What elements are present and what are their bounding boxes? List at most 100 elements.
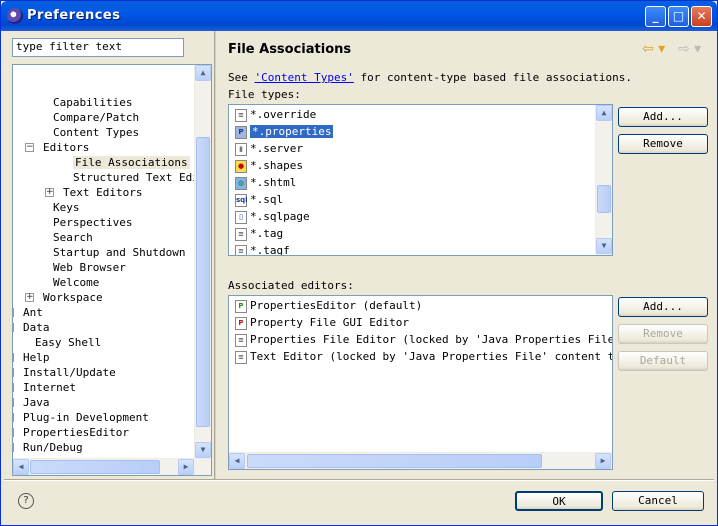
back-arrow-icon[interactable]: ⇦ ▾ bbox=[642, 41, 665, 57]
preferences-tree: Capabilities Compare/Patch Content Types − E… bbox=[12, 64, 212, 476]
tree-item[interactable]: Content Types bbox=[53, 125, 139, 140]
forward-arrow-icon[interactable]: ⇨ ▾ bbox=[678, 41, 701, 57]
expand-icon[interactable]: + bbox=[25, 293, 34, 302]
ok-button[interactable]: OK bbox=[515, 491, 603, 511]
maximize-button[interactable]: □ bbox=[668, 6, 689, 27]
shapes-icon: ● bbox=[235, 159, 247, 173]
scroll-left-icon[interactable]: ◀ bbox=[13, 459, 29, 475]
tree-item-label: Perspectives bbox=[53, 216, 133, 229]
tree-item[interactable]: + Text Editors bbox=[45, 185, 142, 200]
scroll-thumb[interactable] bbox=[30, 460, 160, 474]
tree-item[interactable]: + Internet bbox=[13, 380, 76, 395]
expand-icon[interactable]: + bbox=[13, 443, 14, 452]
tree-item[interactable]: Easy Shell bbox=[35, 335, 101, 350]
scroll-thumb[interactable] bbox=[196, 137, 210, 427]
content-types-link[interactable]: 'Content Types' bbox=[255, 71, 354, 84]
editor-name: Text Editor (locked by 'Java Properties … bbox=[250, 350, 613, 363]
file-type-row[interactable]: sql *.sql bbox=[235, 191, 283, 208]
file-types-label: File types: bbox=[228, 88, 301, 101]
file-type-name: *.tagf bbox=[250, 244, 290, 256]
help-icon[interactable]: ? bbox=[18, 493, 34, 509]
tree-item[interactable]: + Workspace bbox=[25, 290, 103, 305]
doc-icon: ≡ bbox=[235, 244, 247, 255]
tree-item[interactable]: + Run/Debug bbox=[13, 440, 83, 455]
tree-item-label: Welcome bbox=[53, 276, 100, 289]
file-types-list[interactable]: ≡ *.override P *.properties ▮ *.server ● *.shap… bbox=[228, 104, 613, 256]
cancel-button[interactable]: Cancel bbox=[612, 491, 704, 511]
expand-icon[interactable]: + bbox=[13, 398, 14, 407]
file-type-row[interactable]: ≡ *.override bbox=[235, 106, 316, 123]
title-bar[interactable]: Preferences _ □ ✕ bbox=[1, 1, 717, 31]
tree-item[interactable]: + Java bbox=[13, 395, 50, 410]
tree-item[interactable]: Capabilities bbox=[53, 95, 132, 110]
minimize-button[interactable]: _ bbox=[645, 6, 666, 27]
tree-item[interactable]: Perspectives bbox=[53, 215, 132, 230]
editor-row[interactable]: ≡ Properties File Editor (locked by 'Java… bbox=[235, 331, 612, 348]
file-type-name: *.server bbox=[250, 142, 303, 155]
scroll-right-icon[interactable]: ▶ bbox=[595, 453, 611, 469]
file-type-row[interactable]: ≡ *.tag bbox=[235, 225, 283, 242]
expand-icon[interactable]: + bbox=[13, 383, 14, 392]
tree-item[interactable]: + Data bbox=[13, 320, 50, 335]
expand-icon[interactable]: + bbox=[13, 368, 14, 377]
tree-item-label: Web Browser bbox=[53, 261, 126, 274]
expand-icon[interactable]: + bbox=[13, 308, 14, 317]
file-type-row[interactable]: P *.properties bbox=[235, 123, 334, 140]
scroll-down-icon[interactable]: ▼ bbox=[195, 442, 211, 458]
tree-item[interactable]: File Associations bbox=[73, 155, 190, 170]
eclipse-icon bbox=[7, 8, 23, 24]
file-type-row[interactable]: ● *.shapes bbox=[235, 157, 303, 174]
tree-item[interactable]: + PropertiesEditor bbox=[13, 425, 129, 440]
doc-icon: ≡ bbox=[235, 227, 247, 241]
expand-icon[interactable]: + bbox=[13, 413, 14, 422]
tree-item[interactable]: Startup and Shutdown bbox=[53, 245, 185, 260]
sql-icon: sql bbox=[235, 193, 248, 207]
expand-icon[interactable]: + bbox=[13, 428, 14, 437]
tree-item-label: Ant bbox=[23, 306, 43, 319]
scroll-thumb[interactable] bbox=[247, 454, 542, 468]
tree-item[interactable]: Keys bbox=[53, 200, 80, 215]
associated-editors-list[interactable]: P PropertiesEditor (default) P Property Fil… bbox=[228, 295, 613, 470]
tree-item-label: Install/Update bbox=[23, 366, 116, 379]
tree-item-label: PropertiesEditor bbox=[23, 426, 129, 439]
add-file-type-button[interactable]: Add... bbox=[618, 107, 708, 127]
sash[interactable] bbox=[214, 31, 216, 479]
tree-vertical-scrollbar[interactable]: ▲ ▼ bbox=[194, 65, 211, 458]
file-type-row[interactable]: ≡ *.tagf bbox=[235, 242, 290, 256]
file-type-row[interactable]: ▯ *.sqlpage bbox=[235, 208, 310, 225]
scroll-up-icon[interactable]: ▲ bbox=[596, 105, 612, 121]
property-gui-icon: P bbox=[235, 316, 247, 330]
scroll-down-icon[interactable]: ▼ bbox=[596, 238, 612, 254]
editor-row[interactable]: P Property File GUI Editor bbox=[235, 314, 409, 331]
editors-horizontal-scrollbar[interactable]: ◀ ▶ bbox=[229, 452, 612, 469]
expand-icon[interactable]: + bbox=[13, 323, 14, 332]
add-editor-button[interactable]: Add... bbox=[618, 297, 708, 317]
tree-item[interactable]: Welcome bbox=[53, 275, 99, 290]
tree-item[interactable]: + Help bbox=[13, 350, 50, 365]
dialog-body: type filter text Capabilities Compare/Pat… bbox=[4, 31, 714, 524]
editor-row[interactable]: ≡ Text Editor (locked by 'Java Properties… bbox=[235, 348, 613, 365]
scroll-right-icon[interactable]: ▶ bbox=[178, 459, 194, 475]
expand-icon[interactable]: + bbox=[45, 188, 54, 197]
tree-item[interactable]: Compare/Patch bbox=[53, 110, 139, 125]
file-types-scrollbar[interactable]: ▲ ▼ bbox=[595, 105, 612, 255]
scroll-up-icon[interactable]: ▲ bbox=[195, 65, 211, 81]
file-type-row[interactable]: ▮ *.server bbox=[235, 140, 303, 157]
close-button[interactable]: ✕ bbox=[691, 6, 712, 27]
scroll-left-icon[interactable]: ◀ bbox=[229, 453, 245, 469]
scroll-thumb[interactable] bbox=[597, 185, 611, 213]
tree-item[interactable]: − Editors bbox=[25, 140, 89, 155]
expand-icon[interactable]: + bbox=[13, 353, 14, 362]
tree-item[interactable]: + Ant bbox=[13, 305, 43, 320]
file-type-row[interactable]: ◍ *.shtml bbox=[235, 174, 296, 191]
tree-item[interactable]: Web Browser bbox=[53, 260, 126, 275]
tree-item[interactable]: Structured Text Edit bbox=[73, 170, 205, 185]
collapse-icon[interactable]: − bbox=[25, 143, 34, 152]
tree-item[interactable]: + Plug-in Development bbox=[13, 410, 149, 425]
tree-item[interactable]: + Install/Update bbox=[13, 365, 116, 380]
filter-input[interactable]: type filter text bbox=[12, 38, 184, 57]
editor-row[interactable]: P PropertiesEditor (default) bbox=[235, 297, 422, 314]
tree-item[interactable]: Search bbox=[53, 230, 93, 245]
tree-horizontal-scrollbar[interactable]: ◀ ▶ bbox=[13, 458, 211, 475]
remove-file-type-button[interactable]: Remove bbox=[618, 134, 708, 154]
